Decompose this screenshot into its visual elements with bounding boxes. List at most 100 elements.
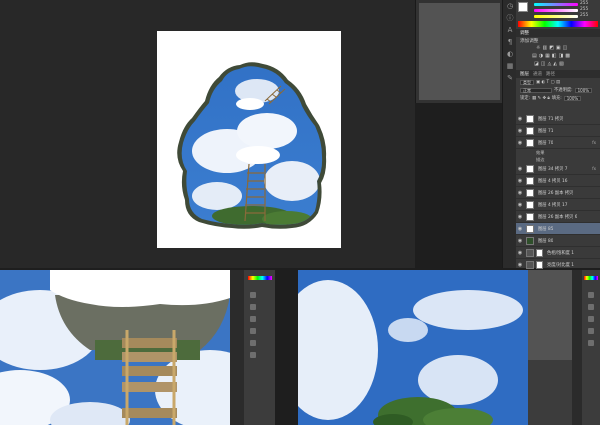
visibility-eye-icon[interactable]: ◉	[516, 190, 524, 196]
sky-mini-tool-4[interactable]	[588, 328, 594, 334]
red-value: 255	[580, 1, 589, 6]
layer-thumbnail	[526, 212, 534, 221]
fill-input[interactable]: 100%	[563, 95, 582, 101]
layer-thumbnail	[526, 176, 534, 185]
layer-filter-row[interactable]: 类型 ▣ ◐ T ▢ ▤	[520, 79, 560, 85]
layer-name[interactable]: 图层 70	[538, 140, 553, 146]
layer-name[interactable]: 图层 4 拷贝 17	[538, 202, 568, 208]
layer-name[interactable]: 亮度/对比度 1	[547, 262, 574, 268]
mini-tool-6[interactable]	[250, 352, 256, 358]
layer-name[interactable]: 图层 34 拷贝 7	[538, 166, 568, 172]
adjustment-icons-row-1[interactable]: ☼▥◩▣◫	[536, 45, 569, 51]
mini-tool-5[interactable]	[250, 340, 256, 346]
layer-row[interactable]: ◉ 图层 4 拷贝 17	[516, 199, 600, 211]
adjustments-subtitle: 添加调整	[520, 39, 539, 44]
layer-thumbnail	[526, 200, 534, 209]
zoomed-ladder-window[interactable]	[0, 270, 275, 425]
green-value: 255	[580, 7, 589, 12]
layer-name[interactable]: 图层 26 副本 拷贝 6	[538, 214, 577, 220]
visibility-eye-icon[interactable]: ◉	[516, 166, 524, 172]
red-slider[interactable]	[534, 3, 578, 6]
info-icon[interactable]: ⓘ	[506, 14, 514, 22]
layer-row[interactable]: ◉ 图层 4 拷贝 16	[516, 175, 600, 187]
sky-mini-tool-1[interactable]	[588, 292, 594, 298]
layer-name[interactable]: 图层 71	[538, 128, 553, 134]
visibility-eye-icon[interactable]: ◉	[516, 226, 524, 232]
layer-effect-item[interactable]: 效果	[536, 150, 544, 156]
color-ramp[interactable]	[518, 21, 598, 27]
layer-row[interactable]: ◉ 图层 80	[516, 235, 600, 247]
zoomed-sky-window[interactable]	[298, 270, 600, 425]
adjustment-icons-row-2[interactable]: ▤◑▦◧◨▩	[532, 53, 572, 59]
mini-tool-2[interactable]	[250, 304, 256, 310]
foreground-color-swatch[interactable]	[518, 2, 528, 12]
layer-row[interactable]: ◉ 图层 70 fx	[516, 137, 600, 149]
history-icon[interactable]: ◷	[506, 2, 514, 10]
layer-name[interactable]: 图层 80	[538, 238, 553, 244]
visibility-eye-icon[interactable]: ◉	[516, 214, 524, 220]
layer-mask-thumbnail[interactable]	[536, 248, 543, 257]
layers-tabbar: 图层 通道 路径	[516, 70, 600, 78]
opacity-input[interactable]: 100%	[574, 87, 593, 93]
adjustments-tabbar: 调整	[516, 29, 600, 37]
layer-mask-thumbnail[interactable]	[536, 260, 543, 269]
mini-tool-3[interactable]	[250, 316, 256, 322]
layer-fx-badge[interactable]: fx	[592, 166, 596, 171]
blue-slider[interactable]	[534, 15, 578, 18]
brush-icon[interactable]: ✎	[506, 74, 514, 82]
floating-panel[interactable]	[415, 0, 502, 103]
lock-row[interactable]: 锁定: ▦ ✎ ✥ 🔒︎ 填充: 100%	[520, 95, 582, 101]
sky-window-panel	[528, 270, 600, 425]
adjustment-icons-row-3[interactable]: ◪◫◬◭▧	[534, 61, 566, 67]
sky-mini-ramp[interactable]	[584, 276, 598, 280]
filter-icons[interactable]: ▣ ◐ T ▢ ▤	[536, 80, 560, 85]
lock-icons[interactable]: ▦ ✎ ✥ 🔒︎	[532, 96, 550, 101]
layer-thumbnail	[526, 164, 534, 173]
layer-row[interactable]: ◉ 图层 26 副本 拷贝	[516, 187, 600, 199]
mini-tool-1[interactable]	[250, 292, 256, 298]
layer-name[interactable]: 图层 71 拷贝	[538, 116, 563, 122]
document-canvas[interactable]	[157, 31, 341, 248]
blend-row[interactable]: 正常 不透明度: 100%	[520, 87, 593, 93]
visibility-eye-icon[interactable]: ◉	[516, 128, 524, 134]
visibility-eye-icon[interactable]: ◉	[516, 116, 524, 122]
floating-panel-body	[419, 3, 500, 100]
layer-row[interactable]: ◉ 图层 71 拷贝	[516, 113, 600, 125]
visibility-eye-icon[interactable]: ◉	[516, 202, 524, 208]
visibility-eye-icon[interactable]: ◉	[516, 140, 524, 146]
mini-color-ramp[interactable]	[248, 276, 272, 280]
green-slider[interactable]	[534, 9, 578, 12]
layer-row[interactable]: ◉ 图层 85	[516, 223, 600, 235]
visibility-eye-icon[interactable]: ◉	[516, 262, 524, 268]
styles-icon[interactable]: ▦	[506, 62, 514, 70]
tab-layers[interactable]: 图层	[520, 71, 529, 77]
tab-channels[interactable]: 通道	[533, 71, 542, 77]
adjust-icon[interactable]: ◐	[506, 50, 514, 58]
blend-mode-select[interactable]: 正常	[520, 87, 552, 93]
sky-mini-tool-3[interactable]	[588, 316, 594, 322]
tab-adjustments[interactable]: 调整	[520, 30, 529, 36]
kind-filter[interactable]: 类型	[520, 79, 534, 85]
ladder-closeup-art	[0, 270, 230, 425]
character-icon[interactable]: A	[506, 26, 514, 34]
mini-tool-4[interactable]	[250, 328, 256, 334]
layer-row[interactable]: ◉ 图层 26 副本 拷贝 6	[516, 211, 600, 223]
layer-name[interactable]: 图层 4 拷贝 16	[538, 178, 568, 184]
visibility-eye-icon[interactable]: ◉	[516, 250, 524, 256]
tab-paths[interactable]: 路径	[546, 71, 555, 77]
layer-thumbnail	[526, 138, 534, 147]
visibility-eye-icon[interactable]: ◉	[516, 238, 524, 244]
visibility-eye-icon[interactable]: ◉	[516, 178, 524, 184]
layer-thumbnail	[526, 260, 534, 269]
layer-row[interactable]: ◉ 图层 71	[516, 125, 600, 137]
layer-name[interactable]: 色相/饱和度 1	[547, 250, 574, 256]
layer-row[interactable]: ◉ 图层 34 拷贝 7 fx	[516, 163, 600, 175]
layer-row[interactable]: ◉ 色相/饱和度 1	[516, 247, 600, 259]
paragraph-icon[interactable]: ¶	[506, 38, 514, 46]
layer-name[interactable]: 图层 85	[538, 226, 553, 232]
layer-fx-badge[interactable]: fx	[592, 140, 596, 145]
layer-name[interactable]: 图层 26 副本 拷贝	[538, 190, 573, 196]
sky-mini-tool-2[interactable]	[588, 304, 594, 310]
main-document-window[interactable]	[0, 0, 415, 268]
sky-mini-tool-5[interactable]	[588, 340, 594, 346]
